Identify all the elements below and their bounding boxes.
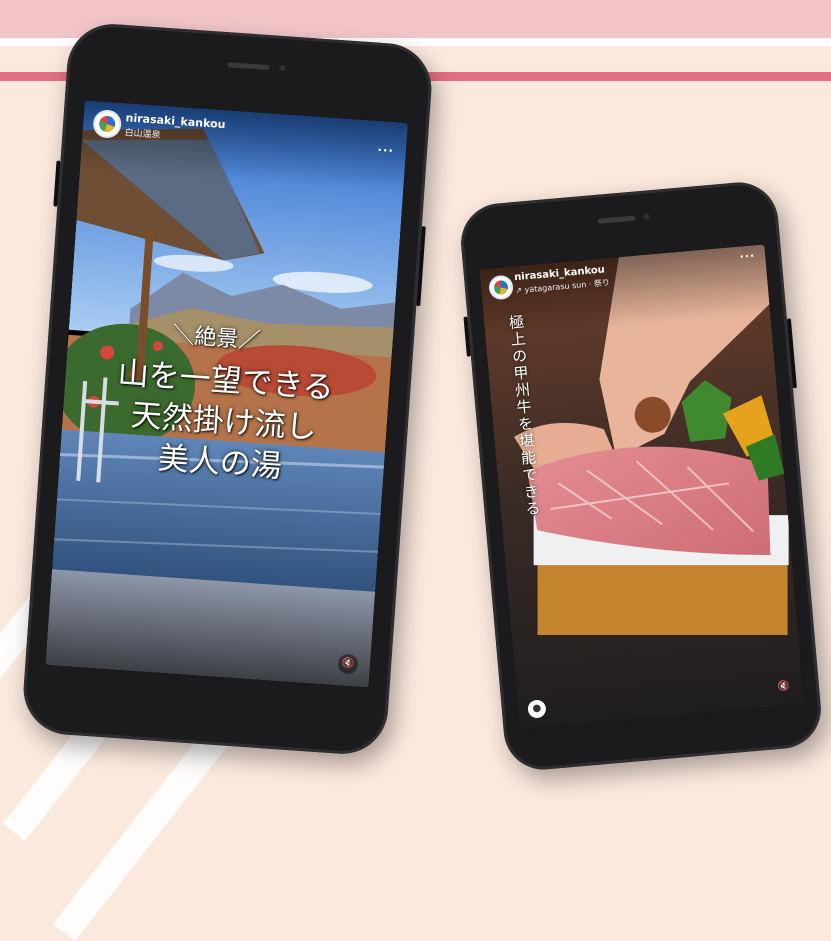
caption-kicker: ＼絶景／ [171, 323, 262, 355]
phone-mockup-right: nirasaki_kankou ↗ yatagarasu sun · 祭り ··… [457, 179, 825, 773]
more-options-icon[interactable]: ··· [377, 143, 395, 158]
phone-side-button [53, 160, 61, 207]
phone-speaker [597, 215, 636, 224]
location-tag[interactable]: 白山温泉 [124, 125, 161, 140]
phone-side-button [786, 318, 797, 389]
avatar-logo-icon [493, 279, 509, 296]
avatar-logo-icon [98, 115, 116, 133]
more-options-icon[interactable]: ··· [739, 249, 756, 263]
phone-speaker [227, 62, 270, 71]
phone-camera [643, 213, 650, 220]
phone-side-button [463, 316, 471, 357]
phone-mockup-left: nirasaki_kankou 白山温泉 ··· ＼絶景／ 山を一望できる 天然… [20, 21, 435, 757]
phone-side-button [416, 226, 426, 307]
reel-screen-right[interactable]: nirasaki_kankou ↗ yatagarasu sun · 祭り ··… [479, 244, 805, 730]
caption-line-3: 美人の湯 [156, 440, 283, 485]
reel-screen-left[interactable]: nirasaki_kankou 白山温泉 ··· ＼絶景／ 山を一望できる 天然… [45, 100, 408, 688]
phone-camera [279, 64, 286, 72]
